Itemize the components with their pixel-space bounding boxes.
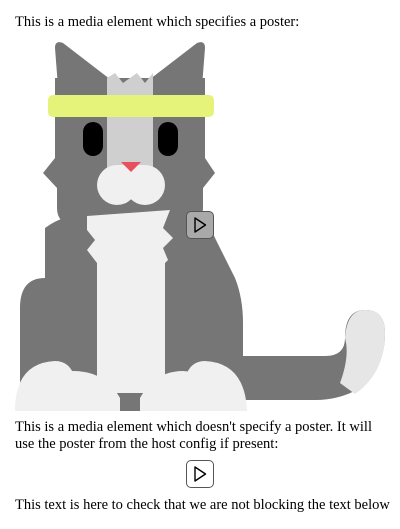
play-icon	[193, 217, 207, 233]
poster-media-caption: This is a media element which specifies …	[15, 14, 300, 30]
play-icon	[193, 466, 207, 482]
no-poster-media-caption: This is a media element which doesn't sp…	[15, 419, 372, 452]
footer-check-text: This text is here to check that we are n…	[15, 497, 390, 513]
play-button[interactable]	[186, 460, 214, 488]
play-button[interactable]	[186, 211, 214, 239]
